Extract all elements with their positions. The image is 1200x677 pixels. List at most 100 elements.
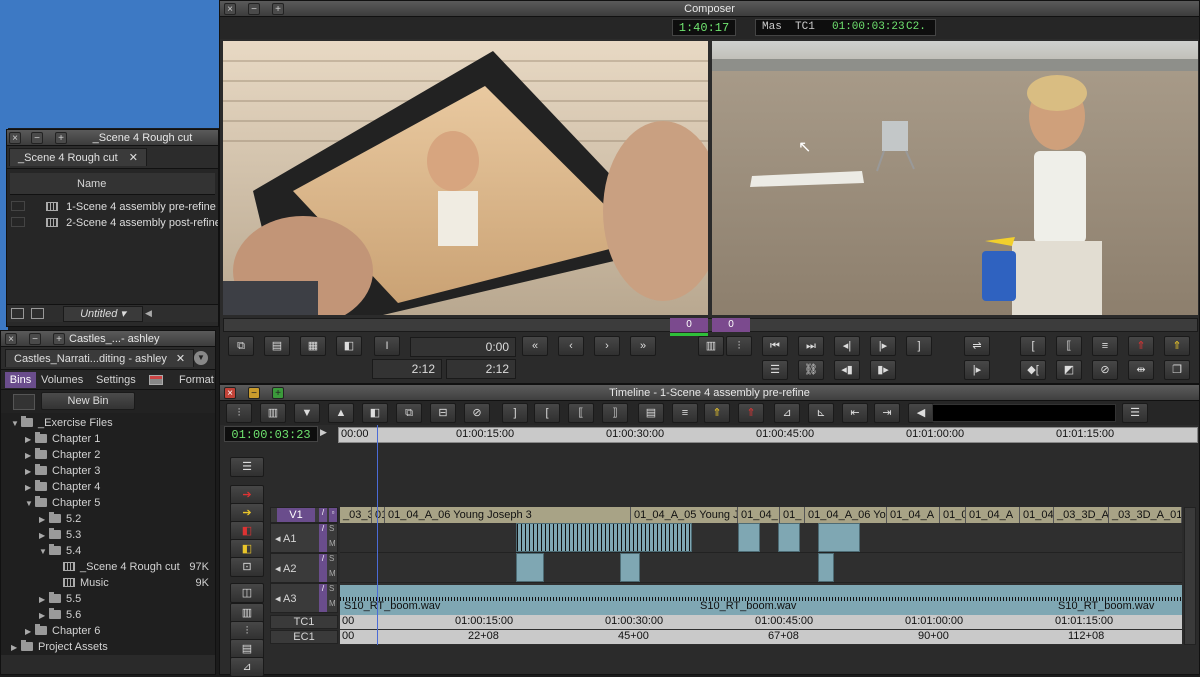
overwrite-trim-tool-icon[interactable]: ◧ bbox=[230, 521, 264, 541]
audio-clip-label[interactable]: S10_RT_boom.wav bbox=[700, 600, 796, 612]
video-clip[interactable]: 01_04_ bbox=[738, 507, 780, 523]
lock-icon[interactable]: / bbox=[319, 584, 327, 612]
track-header-ec1[interactable]: EC1 bbox=[270, 630, 338, 644]
list-view-icon[interactable] bbox=[11, 308, 24, 319]
video-quality-icon[interactable]: ⫶ bbox=[226, 403, 252, 423]
disclosure-closed-icon[interactable]: ▶ bbox=[39, 528, 49, 544]
bin-item[interactable]: 2-Scene 4 assembly post-refine bbox=[7, 215, 218, 231]
audio-clip-label[interactable]: S10_RT_boom.wav bbox=[1058, 600, 1154, 612]
disable-icon[interactable]: ⊘ bbox=[1092, 360, 1118, 380]
maximize-icon[interactable]: + bbox=[53, 333, 65, 345]
mark-out-icon[interactable]: ] bbox=[906, 336, 932, 356]
track-header-a1[interactable]: ◂ A1 / S M bbox=[270, 523, 338, 553]
close-icon[interactable]: × bbox=[224, 387, 236, 399]
lift-icon[interactable]: ⇑ bbox=[1164, 336, 1190, 356]
step-back-icon[interactable]: ‹ bbox=[558, 336, 584, 356]
go-to-end-icon[interactable]: ⏭ bbox=[798, 336, 824, 356]
position-bar[interactable] bbox=[223, 318, 1198, 332]
maximize-icon[interactable]: + bbox=[272, 3, 284, 15]
slip-icon[interactable]: ⊾ bbox=[808, 403, 834, 423]
solo-icon[interactable]: S bbox=[329, 554, 334, 563]
overwrite-icon[interactable]: ▲ bbox=[328, 403, 354, 423]
video-clip[interactable]: _03_3D_A bbox=[1054, 507, 1109, 523]
bin-tree-item[interactable]: ▶ Chapter 4 bbox=[1, 479, 215, 495]
bin-tree-item[interactable]: ▶ Chapter 3 bbox=[1, 463, 215, 479]
tab-info-icon[interactable] bbox=[149, 375, 163, 385]
minimize-icon[interactable]: − bbox=[31, 132, 43, 144]
filler-icon[interactable]: ≡ bbox=[672, 403, 698, 423]
clear-marks-icon[interactable]: ⟧ bbox=[602, 403, 628, 423]
mark-out-icon[interactable]: ] bbox=[502, 403, 528, 423]
close-icon[interactable]: × bbox=[9, 132, 21, 144]
track-a3[interactable]: S10_RT_boom.wav S10_RT_boom.wav S10_RT_b… bbox=[340, 585, 1182, 615]
bin-tree-item[interactable]: ▶ 5.3 bbox=[1, 527, 215, 543]
bin-tree-item[interactable]: ▶ 5.2 bbox=[1, 511, 215, 527]
segment-icon[interactable]: ⊟ bbox=[430, 403, 456, 423]
maximize-icon[interactable]: + bbox=[272, 387, 284, 399]
toggle-icon[interactable]: ◫ bbox=[230, 583, 264, 603]
video-clip[interactable]: 01_04_A_05 Young Jos bbox=[631, 507, 738, 523]
track-header-a3[interactable]: ◂ A3 / S M bbox=[270, 583, 338, 613]
record-timecode-box[interactable]: Mas TC1 01:00:03:23 C2. bbox=[755, 19, 936, 36]
bin-tree-item[interactable]: ▶ Project Assets bbox=[1, 639, 215, 655]
source-position[interactable]: 0:00 bbox=[410, 337, 516, 357]
audio-clip-label[interactable]: S10_RT_boom.wav bbox=[344, 600, 440, 612]
track-a2[interactable] bbox=[340, 553, 1182, 583]
disclosure-closed-icon[interactable]: ▶ bbox=[11, 640, 21, 656]
replace-icon[interactable]: ◆[ bbox=[1020, 360, 1046, 380]
position-indicator[interactable] bbox=[377, 425, 378, 645]
extract-icon[interactable]: ⇑ bbox=[738, 403, 764, 423]
tab-format[interactable]: Format bbox=[179, 374, 214, 386]
maximize-icon[interactable]: + bbox=[55, 132, 67, 144]
toggle-source-record-icon[interactable]: ◧ bbox=[362, 403, 388, 423]
grid-icon[interactable]: ▤ bbox=[230, 639, 264, 659]
audio-icon[interactable]: ◀ bbox=[908, 403, 934, 423]
frame-view-icon[interactable] bbox=[31, 308, 44, 319]
disclosure-closed-icon[interactable]: ▶ bbox=[25, 464, 35, 480]
link-icon[interactable]: ⛓ bbox=[798, 360, 824, 380]
bin-tree-item[interactable]: ▼ Chapter 5 bbox=[1, 495, 215, 511]
extract-splice-tool-icon[interactable]: ➔ bbox=[230, 503, 264, 523]
vertical-scrollbar[interactable] bbox=[1184, 507, 1196, 645]
mark-clip-icon[interactable]: ⟦ bbox=[568, 403, 594, 423]
video-clip[interactable]: 01_04_A_06 Young Joseph 3 bbox=[385, 507, 631, 523]
disclosure-closed-icon[interactable]: ▶ bbox=[25, 448, 35, 464]
audio-mixer-icon[interactable]: ⫶ bbox=[230, 621, 264, 641]
video-clip[interactable]: _03_3D_A_01 bbox=[1109, 507, 1182, 523]
grid-view-icon[interactable]: ▦ bbox=[300, 336, 326, 356]
bin-tree-item[interactable]: ▶ Chapter 2 bbox=[1, 447, 215, 463]
ripple-icon[interactable]: ⇤ bbox=[842, 403, 868, 423]
track-v1-button[interactable]: V1 bbox=[277, 508, 315, 522]
tab-bins[interactable]: Bins bbox=[5, 372, 36, 388]
prev-edit-icon[interactable]: ◂| bbox=[834, 336, 860, 356]
record-toggle-icon[interactable]: ▥ bbox=[230, 603, 264, 623]
track-panel-icon[interactable]: ☰ bbox=[230, 457, 264, 477]
timeline-menu-icon[interactable]: ☰ bbox=[1122, 403, 1148, 423]
play-forward-icon[interactable]: ▮▸ bbox=[870, 360, 896, 380]
audio-clip[interactable] bbox=[620, 553, 640, 582]
source-timecode[interactable]: 1:40:17 bbox=[672, 19, 736, 36]
mark-clip-icon[interactable]: I bbox=[374, 336, 400, 356]
effects-icon[interactable]: ⊿ bbox=[230, 657, 264, 677]
minimize-icon[interactable]: − bbox=[248, 3, 260, 15]
track-header-v1[interactable]: V1 / ▫ bbox=[270, 507, 338, 523]
go-to-start-icon[interactable]: ⏮ bbox=[762, 336, 788, 356]
bin-tree-item[interactable]: ▶ 5.5 bbox=[1, 591, 215, 607]
mark-clip-icon[interactable]: ⟦ bbox=[1056, 336, 1082, 356]
solo-icon[interactable]: S bbox=[329, 584, 334, 593]
timecode-menu-icon[interactable]: ▶ bbox=[320, 427, 327, 438]
disclosure-open-icon[interactable]: ▼ bbox=[11, 416, 21, 432]
record-monitor[interactable]: ↖ bbox=[712, 41, 1198, 315]
mark-in-icon[interactable]: [ bbox=[1020, 336, 1046, 356]
minimize-icon[interactable]: − bbox=[248, 387, 260, 399]
mark-counter-left[interactable]: 0 bbox=[670, 318, 708, 332]
video-clip[interactable]: 01 bbox=[372, 507, 385, 523]
splice-in-icon[interactable]: ▼ bbox=[294, 403, 320, 423]
track-area[interactable]: _03_30101_04_A_06 Young Joseph 301_04_A_… bbox=[340, 507, 1182, 645]
disclosure-closed-icon[interactable]: ▶ bbox=[25, 432, 35, 448]
mute-icon[interactable]: M bbox=[329, 539, 336, 548]
bin-tree-item[interactable]: ▼ 5.4 bbox=[1, 543, 215, 559]
mark-counter-right[interactable]: 0 bbox=[712, 318, 750, 332]
track-header-tc1[interactable]: TC1 bbox=[270, 615, 338, 629]
project-tab[interactable]: Castles_Narrati...diting - ashley ✕ bbox=[5, 349, 195, 367]
